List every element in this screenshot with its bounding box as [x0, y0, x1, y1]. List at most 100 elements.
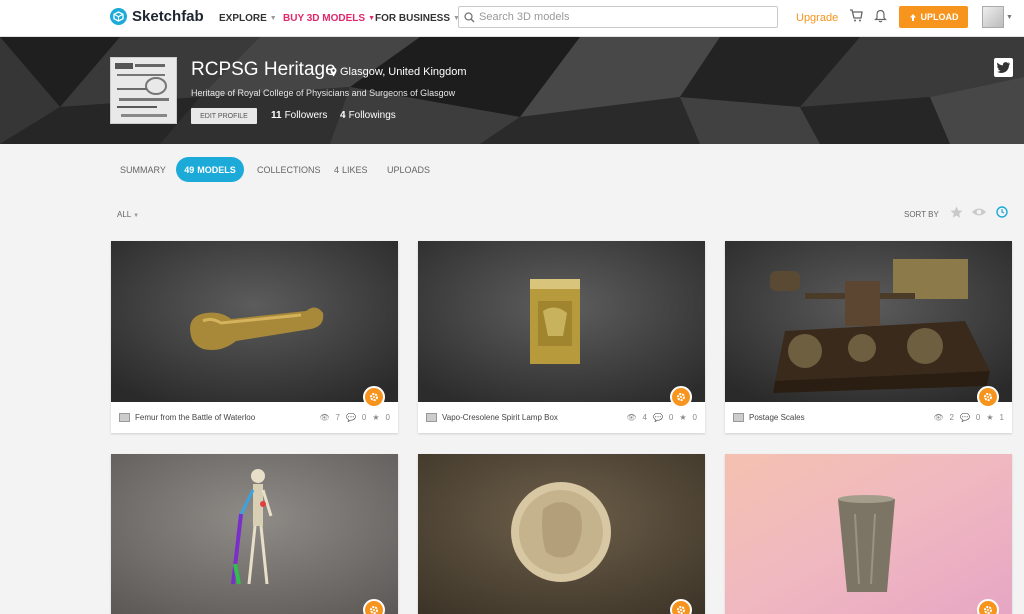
model-title[interactable]: Postage Scales	[749, 413, 933, 422]
nav-buy-label: BUY 3D MODELS	[283, 13, 366, 24]
comments-icon: 💬	[652, 413, 663, 422]
likes-icon[interactable]: ★	[679, 413, 686, 422]
upload-label: UPLOAD	[920, 12, 959, 22]
tab-collections[interactable]: COLLECTIONS	[257, 165, 321, 175]
model-thumbnail[interactable]	[725, 241, 1012, 402]
bell-icon[interactable]	[874, 9, 887, 26]
card-footer: Femur from the Battle of Waterloo 👁 7 💬 0 …	[111, 402, 398, 433]
profile-location-text: Glasgow, United Kingdom	[340, 66, 467, 78]
surgical-tools-image	[111, 58, 176, 123]
tab-models-count: 49	[184, 164, 195, 175]
chevron-down-icon: ▼	[269, 15, 277, 22]
model-stats: 👁 2 💬 0 ★ 1	[933, 413, 1004, 422]
tab-likes-count: 4	[334, 165, 340, 175]
search-input[interactable]	[479, 11, 769, 23]
views-icon: 👁	[933, 413, 944, 422]
model-thumbnail[interactable]	[418, 454, 705, 614]
top-navigation: Sketchfab EXPLORE ▼ BUY 3D MODELS ▼ FOR BU…	[0, 0, 1024, 37]
comments-count: 0	[668, 413, 674, 422]
user-avatar-icon	[733, 413, 744, 422]
followers-count: 11	[271, 110, 282, 121]
profile-location: Glasgow, United Kingdom	[330, 66, 467, 78]
nav-explore-label: EXPLORE	[219, 13, 267, 24]
model-card[interactable]: Postage Scales 👁 2 💬 0 ★ 1	[725, 241, 1012, 433]
sort-by-label: SORT BY	[904, 210, 939, 219]
model-stats: 👁 7 💬 0 ★ 0	[319, 413, 390, 422]
filter-all-dropdown[interactable]: ALL ▼	[117, 210, 139, 219]
profile-banner: RCPSG Heritage Glasgow, United Kingdom H…	[0, 37, 1024, 144]
model-card[interactable]	[418, 454, 705, 614]
nav-for-business[interactable]: FOR BUSINESS ▼	[375, 13, 460, 24]
gear-icon[interactable]	[363, 599, 385, 614]
tab-likes[interactable]: 4 LIKES	[334, 165, 368, 175]
upload-button[interactable]: UPLOAD	[899, 6, 968, 28]
search-box[interactable]	[458, 6, 778, 28]
views-icon: 👁	[626, 413, 637, 422]
nav-business-label: FOR BUSINESS	[375, 13, 451, 24]
model-thumbnail[interactable]	[111, 454, 398, 614]
chevron-down-icon: ▼	[368, 15, 375, 22]
cart-icon[interactable]	[849, 9, 863, 25]
chevron-down-icon: ▼	[133, 213, 140, 219]
tab-likes-label: LIKES	[342, 165, 368, 175]
user-avatar-icon	[119, 413, 130, 422]
user-avatar[interactable]	[982, 6, 1004, 28]
model-stats: 👁 4 💬 0 ★ 0	[626, 413, 697, 422]
clock-icon[interactable]	[996, 206, 1008, 221]
nav-explore[interactable]: EXPLORE ▼	[219, 13, 277, 24]
likes-count: 0	[692, 413, 697, 422]
comments-count: 0	[361, 413, 367, 422]
followers-link[interactable]: 11 Followers	[271, 110, 327, 121]
femur-image	[111, 241, 398, 402]
nav-buy-3d-models[interactable]: BUY 3D MODELS ▼	[283, 13, 375, 24]
tab-summary[interactable]: SUMMARY	[120, 165, 166, 175]
comments-icon: 💬	[345, 413, 356, 422]
search-icon	[464, 11, 475, 22]
model-card[interactable]: Femur from the Battle of Waterloo 👁 7 💬 0 …	[111, 241, 398, 433]
model-title[interactable]: Femur from the Battle of Waterloo	[135, 413, 319, 422]
tab-models-label: MODELS	[197, 164, 236, 175]
filter-all-label: ALL	[117, 210, 131, 219]
postage-scales-image	[725, 241, 1012, 402]
tab-uploads[interactable]: UPLOADS	[387, 165, 430, 175]
arrow-up-icon	[909, 13, 916, 21]
profile-avatar	[110, 57, 177, 124]
comments-icon: 💬	[959, 413, 970, 422]
followings-count: 4	[340, 110, 346, 121]
likes-count: 1	[999, 413, 1004, 422]
likes-icon[interactable]: ★	[986, 413, 993, 422]
eye-icon[interactable]	[971, 206, 987, 221]
followers-label: Followers	[284, 110, 328, 121]
views-icon: 👁	[319, 413, 330, 422]
card-footer: Postage Scales 👁 2 💬 0 ★ 1	[725, 402, 1012, 433]
upgrade-link[interactable]: Upgrade	[796, 12, 838, 24]
profile-description: Heritage of Royal College of Physicians …	[191, 88, 456, 98]
model-thumbnail[interactable]	[725, 454, 1012, 614]
comments-count: 0	[975, 413, 981, 422]
model-card[interactable]	[725, 454, 1012, 614]
model-thumbnail[interactable]	[418, 241, 705, 402]
sketchfab-logo[interactable]: Sketchfab	[110, 8, 204, 25]
twitter-icon[interactable]	[994, 58, 1013, 77]
medal-image	[418, 454, 705, 614]
spirit-lamp-box-image	[418, 241, 705, 402]
gear-icon[interactable]	[977, 599, 999, 614]
star-icon[interactable]	[950, 206, 963, 222]
views-count: 4	[642, 413, 647, 422]
sketchfab-cube-icon	[110, 8, 127, 25]
gear-icon[interactable]	[670, 599, 692, 614]
followings-link[interactable]: 4 Followings	[340, 110, 396, 121]
beaker-image	[725, 454, 1012, 614]
logo-text: Sketchfab	[132, 8, 204, 25]
model-thumbnail[interactable]	[111, 241, 398, 402]
location-pin-icon	[330, 67, 337, 77]
views-count: 7	[335, 413, 340, 422]
model-card[interactable]	[111, 454, 398, 614]
tab-models[interactable]: 49 MODELS	[176, 157, 244, 182]
chevron-down-icon[interactable]: ▼	[1006, 14, 1013, 21]
card-footer: Vapo-Cresolene Spirit Lamp Box 👁 4 💬 0 ★ 0	[418, 402, 705, 433]
model-title[interactable]: Vapo-Cresolene Spirit Lamp Box	[442, 413, 626, 422]
model-card[interactable]: Vapo-Cresolene Spirit Lamp Box 👁 4 💬 0 ★ 0	[418, 241, 705, 433]
likes-icon[interactable]: ★	[372, 413, 379, 422]
edit-profile-button[interactable]: EDIT PROFILE	[191, 108, 257, 124]
